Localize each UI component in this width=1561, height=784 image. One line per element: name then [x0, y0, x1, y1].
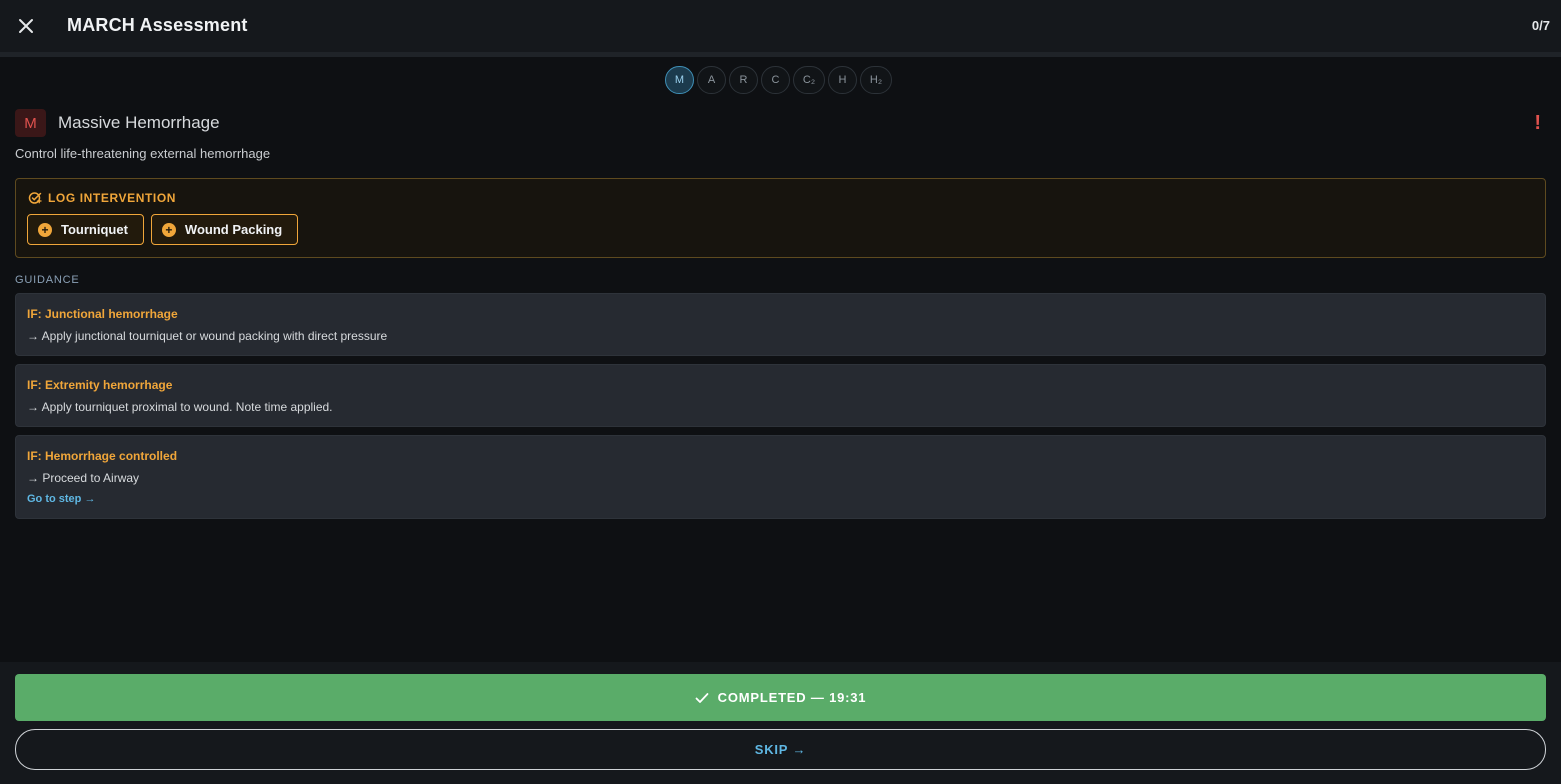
step-h[interactable]: H: [828, 66, 857, 94]
guidance-heading: GUIDANCE: [15, 274, 80, 286]
close-button[interactable]: [14, 14, 38, 38]
guidance-condition: IF: Junctional hemorrhage: [27, 307, 178, 321]
step-a[interactable]: A: [697, 66, 726, 94]
section-badge: M: [15, 109, 46, 137]
skip-button[interactable]: SKIP →: [15, 729, 1546, 770]
complete-label: COMPLETED — 19:31: [717, 690, 867, 705]
step-m[interactable]: M: [665, 66, 694, 94]
step-c[interactable]: C: [761, 66, 790, 94]
tourniquet-button[interactable]: + Tourniquet: [27, 214, 144, 245]
log-intervention-header: LOG INTERVENTION: [28, 191, 176, 205]
tourniquet-label: Tourniquet: [61, 222, 128, 237]
step-h2[interactable]: H₂: [860, 66, 892, 94]
footer-actions: COMPLETED — 19:31 SKIP →: [0, 662, 1561, 784]
log-intervention-label: LOG INTERVENTION: [48, 191, 177, 205]
add-icon: +: [38, 222, 52, 237]
page-title: MARCH Assessment: [67, 15, 248, 35]
add-icon: +: [161, 222, 176, 237]
guidance-card: IF: Junctional hemorrhage → Apply juncti…: [15, 293, 1546, 356]
go-to-step-link[interactable]: Go to step →: [27, 493, 95, 505]
guidance-action: → Proceed to Airway: [27, 471, 140, 485]
header-divider: [0, 52, 1561, 57]
section-description: Control life-threatening external hemorr…: [15, 146, 271, 161]
checklist-icon: [28, 192, 42, 204]
wound-packing-button[interactable]: + Wound Packing: [150, 214, 299, 245]
intervention-buttons: + Tourniquet + Wound Packing: [27, 214, 299, 245]
wound-packing-label: Wound Packing: [184, 222, 283, 237]
step-c2[interactable]: C₂: [793, 66, 825, 94]
complete-button[interactable]: COMPLETED — 19:31: [15, 674, 1546, 721]
top-bar: MARCH Assessment 0/7: [0, 0, 1561, 52]
progress-counter: 0/7: [1531, 18, 1550, 33]
guidance-card: IF: Extremity hemorrhage → Apply tourniq…: [15, 364, 1546, 427]
step-navigation: M A R C C₂ H H₂: [665, 66, 892, 94]
guidance-condition: IF: Hemorrhage controlled: [27, 449, 178, 463]
close-icon: [19, 19, 33, 33]
log-intervention-panel: LOG INTERVENTION + Tourniquet + Wound Pa…: [15, 178, 1546, 258]
alert-icon: !: [1534, 112, 1541, 134]
guidance-card: IF: Hemorrhage controlled → Proceed to A…: [15, 435, 1546, 519]
check-icon: [695, 692, 709, 703]
guidance-action: → Apply tourniquet proximal to wound. No…: [27, 400, 333, 414]
section-title: Massive Hemorrhage: [58, 113, 220, 132]
step-r[interactable]: R: [729, 66, 758, 94]
guidance-condition: IF: Extremity hemorrhage: [27, 378, 173, 392]
guidance-action: → Apply junctional tourniquet or wound p…: [27, 329, 388, 343]
